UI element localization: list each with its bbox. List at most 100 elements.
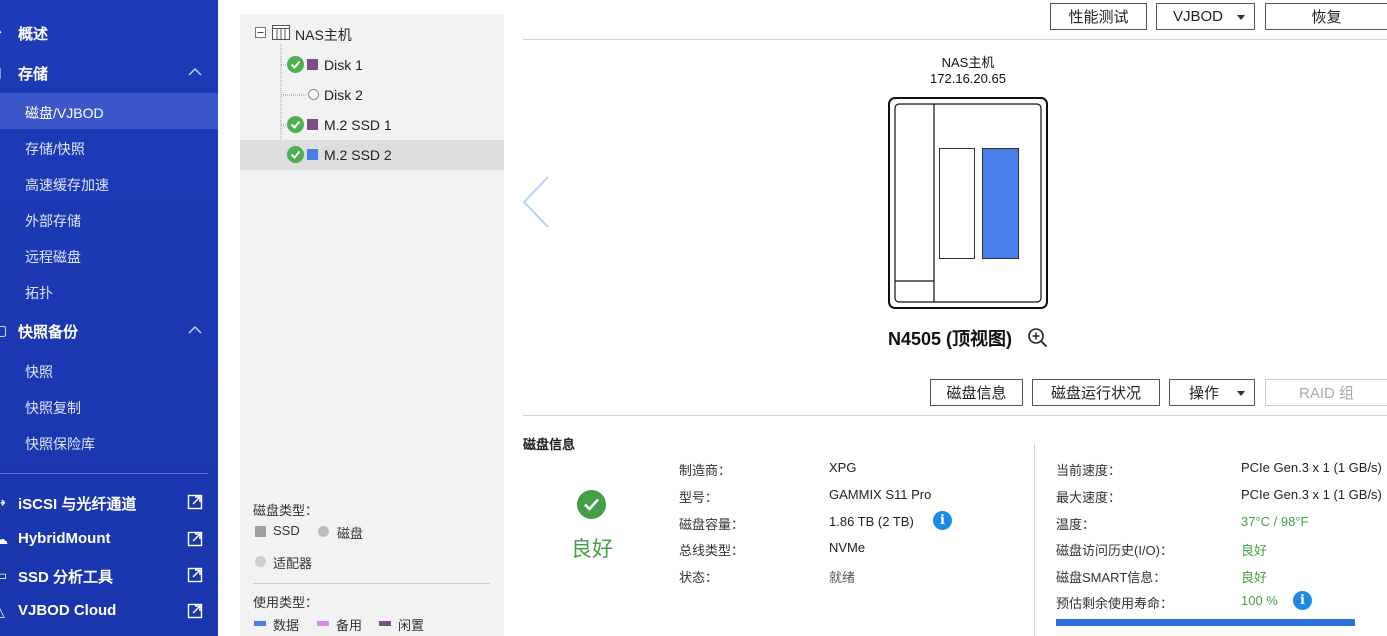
caret-down-icon	[1237, 15, 1245, 20]
info-value-model: GAMMIX S11 Pro	[829, 487, 932, 502]
legend-free-label: 闲置	[398, 618, 425, 633]
info-value-bus-type: NVMe	[829, 540, 866, 555]
legend-adapter-label: 适配器	[273, 556, 313, 571]
chevron-left-icon[interactable]	[522, 175, 550, 229]
info-icon[interactable]: i	[933, 511, 952, 530]
sidebar-item-snapshot-vault[interactable]: 快照保险库	[0, 424, 218, 460]
external-link-icon	[187, 531, 203, 547]
sidebar-link-hybridmount[interactable]: ☁ HybridMount	[0, 521, 218, 557]
sidebar: ◔ 概述 ▯ 存储 磁盘/VJBOD 存储/快照 高速缓存加速 外部存储 远程磁…	[0, 0, 218, 636]
vjbod-dropdown[interactable]: VJBOD	[1156, 3, 1255, 30]
info-value-max-speed: PCIe Gen.3 x 1 (1 GB/s)	[1241, 487, 1382, 502]
status-ok-icon	[287, 146, 304, 163]
storage-icon: ▯	[0, 64, 8, 80]
info-key-current-speed: 当前速度：	[1056, 463, 1122, 478]
legend-adapter-swatch	[255, 556, 266, 567]
legend-ssd-label: SSD	[273, 523, 300, 538]
sidebar-item-topology[interactable]: 拓扑	[0, 273, 218, 309]
usage-free-swatch	[307, 119, 318, 130]
toolbar-divider	[523, 39, 1387, 40]
sidebar-item-disk-vjbod[interactable]: 磁盘/VJBOD	[0, 93, 218, 129]
info-value-state: 就绪	[829, 570, 856, 585]
info-key-temperature: 温度：	[1056, 517, 1096, 532]
legend-free-swatch	[379, 621, 391, 626]
external-link-icon	[187, 603, 203, 619]
status-ok-icon	[577, 490, 606, 519]
info-key-manufacturer: 制造商：	[679, 463, 732, 478]
sidebar-link-iscsi[interactable]: ⇢ iSCSI 与光纤通道	[0, 484, 218, 520]
sidebar-item-cache-acceleration[interactable]: 高速缓存加速	[0, 165, 218, 201]
info-icon[interactable]: i	[1293, 591, 1312, 610]
legend-divider	[253, 583, 490, 584]
info-key-remaining-life: 预估剩余使用寿命：	[1056, 596, 1174, 611]
chevron-up-icon[interactable]	[188, 66, 202, 76]
sidebar-item-storage-snapshot[interactable]: 存储/快照	[0, 129, 218, 165]
device-name: NAS主机	[941, 55, 995, 70]
nas-top-view	[888, 97, 1048, 309]
tree-item-disk2[interactable]: Disk 2	[240, 80, 504, 110]
legend-data-swatch	[254, 621, 266, 626]
action-dropdown[interactable]: 操作	[1169, 379, 1255, 406]
nas-icon	[272, 25, 290, 40]
legend-ssd-swatch	[255, 526, 266, 537]
sidebar-item-snapshot[interactable]: 快照	[0, 352, 218, 388]
tree-item-m2-ssd1[interactable]: M.2 SSD 1	[240, 110, 504, 140]
empty-slot-icon	[308, 89, 319, 100]
collapse-icon[interactable]	[255, 27, 266, 38]
sidebar-item-snapshot-replica[interactable]: 快照复制	[0, 388, 218, 424]
disk-info-button[interactable]: 磁盘信息	[930, 379, 1023, 406]
usage-free-swatch	[307, 59, 318, 70]
info-value-smart: 良好	[1241, 570, 1268, 585]
device-model: N4505 (顶视图)	[888, 329, 1013, 349]
info-value-capacity: 1.86 TB (2 TB)	[829, 514, 914, 529]
legend-hdd-swatch	[318, 526, 329, 537]
snapshot-icon: ▢	[0, 322, 8, 338]
disk-health-button[interactable]: 磁盘运行状况	[1032, 379, 1160, 406]
device-ip: 172.16.20.65	[930, 71, 1006, 86]
legend-spare-swatch	[317, 621, 329, 626]
chevron-up-icon[interactable]	[188, 324, 202, 334]
sidebar-item-external-storage[interactable]: 外部存储	[0, 201, 218, 237]
caret-down-icon	[1237, 391, 1245, 396]
info-value-temperature: 37°C / 98°F	[1241, 514, 1309, 529]
sidebar-divider	[0, 473, 208, 474]
ssd-icon: ▭	[0, 567, 8, 583]
info-value-io-history: 良好	[1241, 543, 1268, 558]
restore-button[interactable]: 恢复	[1265, 3, 1387, 30]
sidebar-item-overview[interactable]: ◔ 概述	[0, 14, 218, 50]
legend-data-label: 数据	[273, 618, 300, 633]
legend-spare-label: 备用	[336, 618, 363, 633]
disk-status-text: 良好	[571, 538, 613, 561]
sidebar-link-vjbod-cloud[interactable]: △ VJBOD Cloud	[0, 593, 218, 629]
actions-divider	[523, 415, 1387, 416]
info-key-bus-type: 总线类型：	[679, 543, 745, 558]
sidebar-section-snapshot-backup[interactable]: ▢ 快照备份	[0, 312, 218, 348]
overview-icon: ◔	[0, 24, 8, 40]
status-ok-icon	[287, 56, 304, 73]
slot-m2-ssd1[interactable]	[939, 148, 975, 259]
remaining-life-bar	[1056, 619, 1355, 626]
info-key-model: 型号：	[679, 490, 719, 505]
sidebar-section-storage[interactable]: ▯ 存储	[0, 54, 218, 90]
zoom-in-icon[interactable]	[1027, 327, 1048, 348]
legend-hdd-label: 磁盘	[337, 526, 364, 541]
status-ok-icon	[287, 116, 304, 133]
usage-data-swatch	[307, 149, 318, 160]
sidebar-link-ssd-profiling[interactable]: ▭ SSD 分析工具	[0, 557, 218, 593]
info-value-manufacturer: XPG	[829, 460, 857, 475]
disk-tree-panel: NAS主机 Disk 1 Disk 2 M.2 SSD 1 M.2 SSD 2	[240, 14, 504, 636]
external-link-icon	[187, 494, 203, 510]
disk-info-title: 磁盘信息	[523, 437, 576, 452]
info-value-remaining-life: 100 %	[1241, 593, 1278, 608]
tree-item-m2-ssd2[interactable]: M.2 SSD 2	[240, 140, 504, 170]
tree-item-disk1[interactable]: Disk 1	[240, 50, 504, 80]
raid-group-button[interactable]: RAID 组	[1265, 379, 1387, 406]
sidebar-item-remote-disk[interactable]: 远程磁盘	[0, 237, 218, 273]
info-key-smart: 磁盘SMART信息：	[1056, 570, 1167, 585]
slot-m2-ssd2-selected[interactable]	[982, 148, 1019, 259]
performance-test-button[interactable]: 性能测试	[1050, 3, 1147, 30]
iscsi-icon: ⇢	[0, 494, 8, 510]
tree-root-nas[interactable]: NAS主机	[240, 18, 504, 48]
info-value-current-speed: PCIe Gen.3 x 1 (1 GB/s)	[1241, 460, 1382, 475]
info-key-io-history: 磁盘访问历史(I/O)：	[1056, 543, 1173, 558]
